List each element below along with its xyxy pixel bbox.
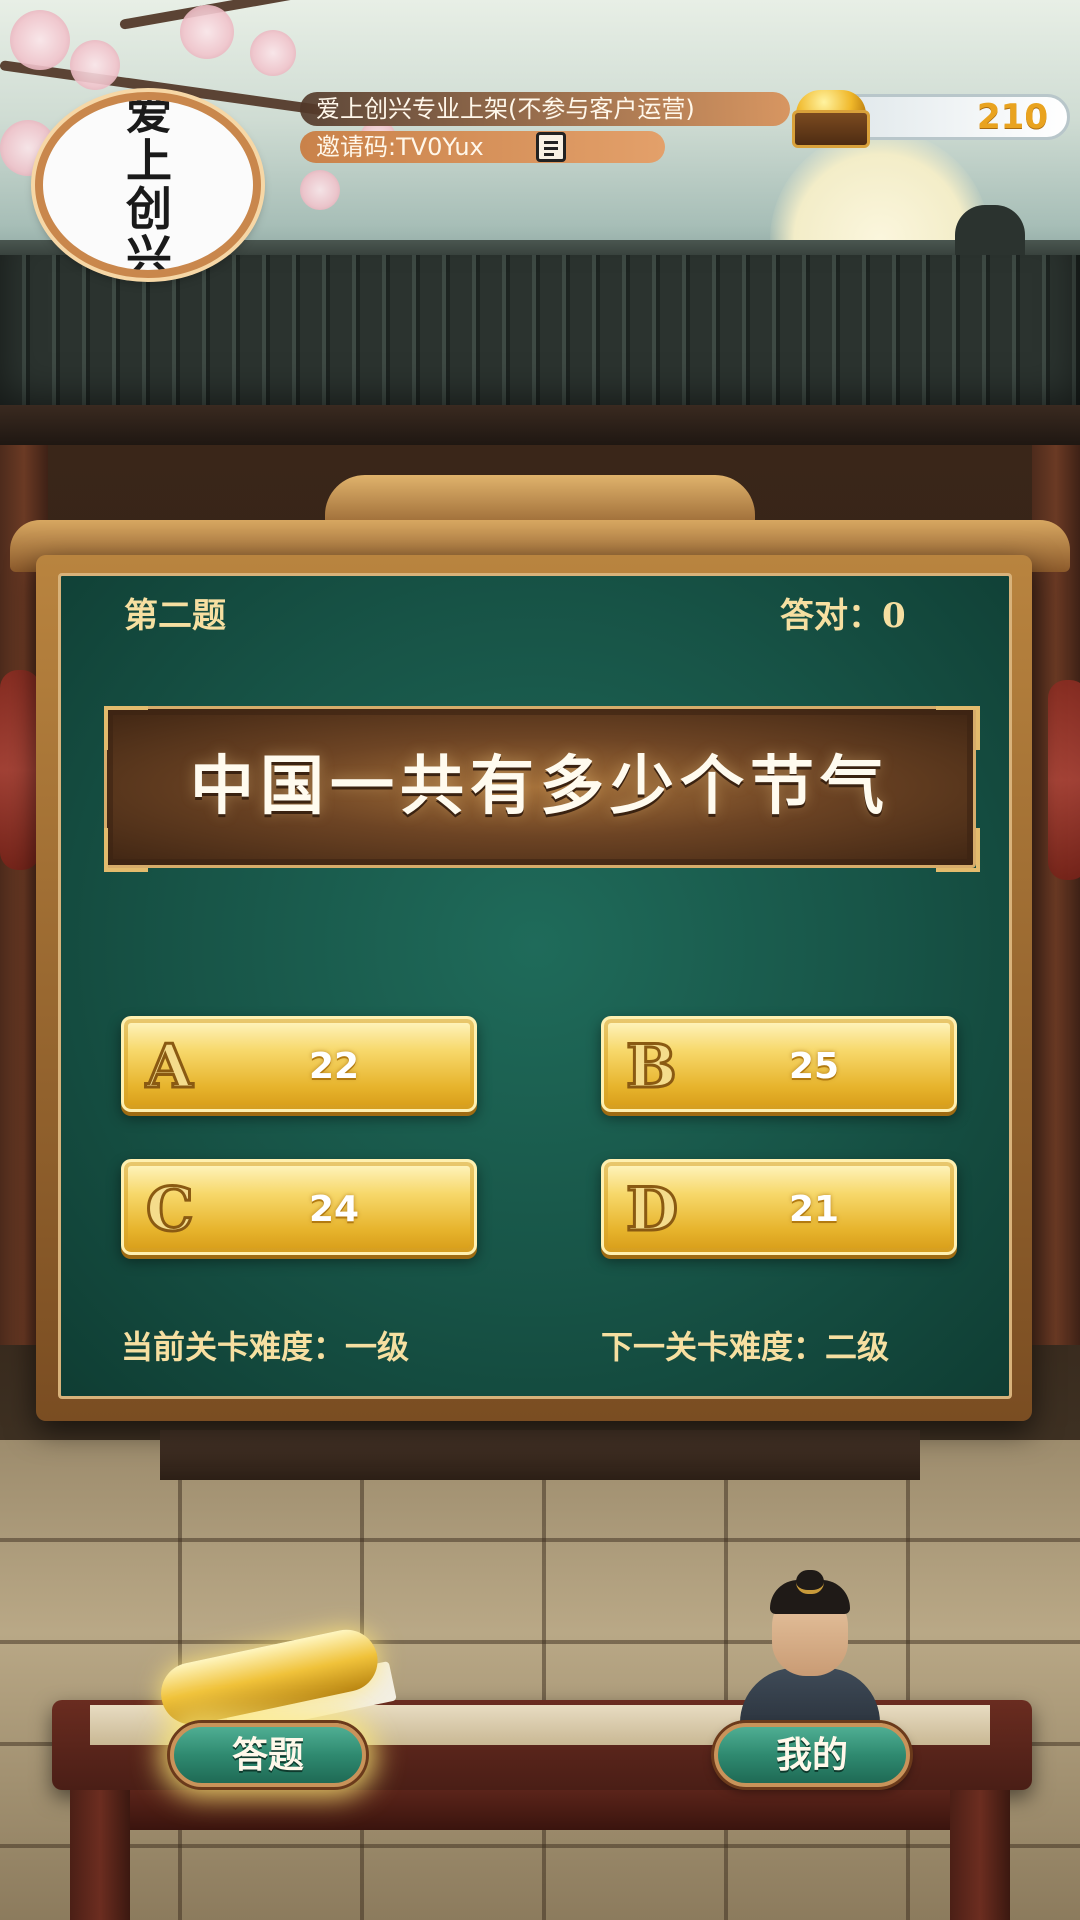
roof-eave bbox=[0, 405, 1080, 445]
copy-icon[interactable] bbox=[536, 132, 566, 162]
question-text: 中国一共有多少个节气 bbox=[190, 749, 890, 824]
option-b-button[interactable]: B 25 bbox=[601, 1016, 957, 1112]
desk-apron bbox=[90, 1790, 990, 1830]
option-letter: A bbox=[145, 1031, 195, 1104]
option-value: 21 bbox=[788, 1189, 840, 1230]
treasure-chest-icon bbox=[788, 86, 874, 150]
option-value: 22 bbox=[308, 1046, 360, 1087]
desk-leg bbox=[950, 1790, 1010, 1920]
cherry-blossom bbox=[10, 10, 70, 70]
cherry-blossom bbox=[300, 170, 340, 210]
option-c-button[interactable]: C 24 bbox=[121, 1159, 477, 1255]
cherry-blossom bbox=[250, 30, 296, 76]
option-d-button[interactable]: D 21 bbox=[601, 1159, 957, 1255]
avatar-logo: 爱 上 创 兴 bbox=[126, 92, 172, 278]
option-a-button[interactable]: A 22 bbox=[121, 1016, 477, 1112]
option-value: 24 bbox=[308, 1189, 360, 1230]
player-name: 爱上创兴专业上架(不参与客户运营) bbox=[316, 95, 695, 123]
current-difficulty: 当前关卡难度：一级 bbox=[121, 1328, 410, 1366]
coin-amount: 210 bbox=[977, 97, 1048, 137]
game-scene: 爱 上 创 兴 爱上创兴专业上架(不参与客户运营) 邀请码:TV0Yux 210… bbox=[0, 0, 1080, 1920]
avatar[interactable]: 爱 上 创 兴 bbox=[35, 92, 261, 278]
board-stand bbox=[160, 1430, 920, 1480]
invite-code: 邀请码:TV0Yux bbox=[316, 133, 484, 161]
quiz-board bbox=[58, 573, 1012, 1399]
lantern-left bbox=[0, 670, 40, 870]
option-value: 25 bbox=[788, 1046, 840, 1087]
next-difficulty: 下一关卡难度：二级 bbox=[601, 1328, 890, 1366]
cherry-blossom bbox=[70, 40, 120, 90]
option-letter: D bbox=[624, 1174, 679, 1247]
cherry-blossom bbox=[180, 5, 234, 59]
official-character-icon bbox=[730, 1570, 890, 1732]
nav-mine-button[interactable]: 我的 bbox=[714, 1723, 910, 1787]
nav-answer-button[interactable]: 答题 bbox=[170, 1723, 366, 1787]
desk-leg bbox=[70, 1790, 130, 1920]
question-number: 第二题 bbox=[124, 596, 226, 636]
option-letter: B bbox=[625, 1031, 679, 1104]
correct-count: 答对：0 bbox=[780, 596, 906, 636]
pillar-right bbox=[1032, 445, 1080, 1345]
lantern-right bbox=[1048, 680, 1080, 880]
roof-tiles bbox=[0, 255, 1080, 430]
option-letter: C bbox=[145, 1174, 196, 1247]
